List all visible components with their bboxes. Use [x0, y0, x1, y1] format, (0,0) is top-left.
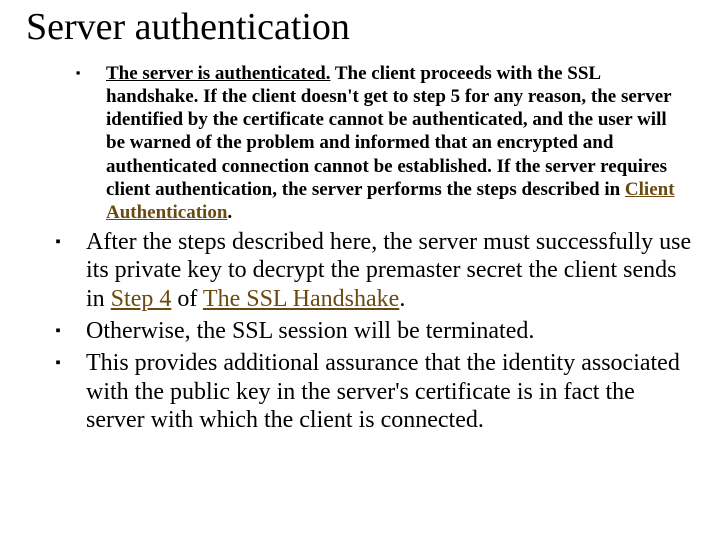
bullet-item-2: ▪ After the steps described here, the se…: [26, 228, 694, 313]
bullet-item-4: ▪ This provides additional assurance tha…: [26, 349, 694, 434]
link-ssl-handshake[interactable]: The SSL Handshake: [203, 286, 399, 312]
bullet-text-3: Otherwise, the SSL session will be termi…: [86, 317, 694, 345]
para2-c: .: [399, 286, 405, 312]
bullet-icon: ▪: [26, 317, 86, 345]
bullet-icon: ▪: [26, 62, 106, 84]
link-step-4[interactable]: Step 4: [111, 286, 172, 312]
bullet-item-1: ▪ The server is authenticated. The clien…: [26, 62, 694, 224]
para2-b: of: [171, 286, 203, 312]
bullet-icon: ▪: [26, 349, 86, 377]
bullet-text-4: This provides additional assurance that …: [86, 349, 694, 434]
lead-sentence: The server is authenticated.: [106, 63, 330, 84]
para1-rest-b: .: [227, 202, 232, 223]
bullet-item-3: ▪ Otherwise, the SSL session will be ter…: [26, 317, 694, 345]
slide: Server authentication ▪ The server is au…: [0, 0, 720, 434]
bullet-icon: ▪: [26, 228, 86, 256]
bullet-text-1: The server is authenticated. The client …: [106, 62, 694, 224]
slide-title: Server authentication: [26, 8, 694, 48]
bullet-text-2: After the steps described here, the serv…: [86, 228, 694, 313]
